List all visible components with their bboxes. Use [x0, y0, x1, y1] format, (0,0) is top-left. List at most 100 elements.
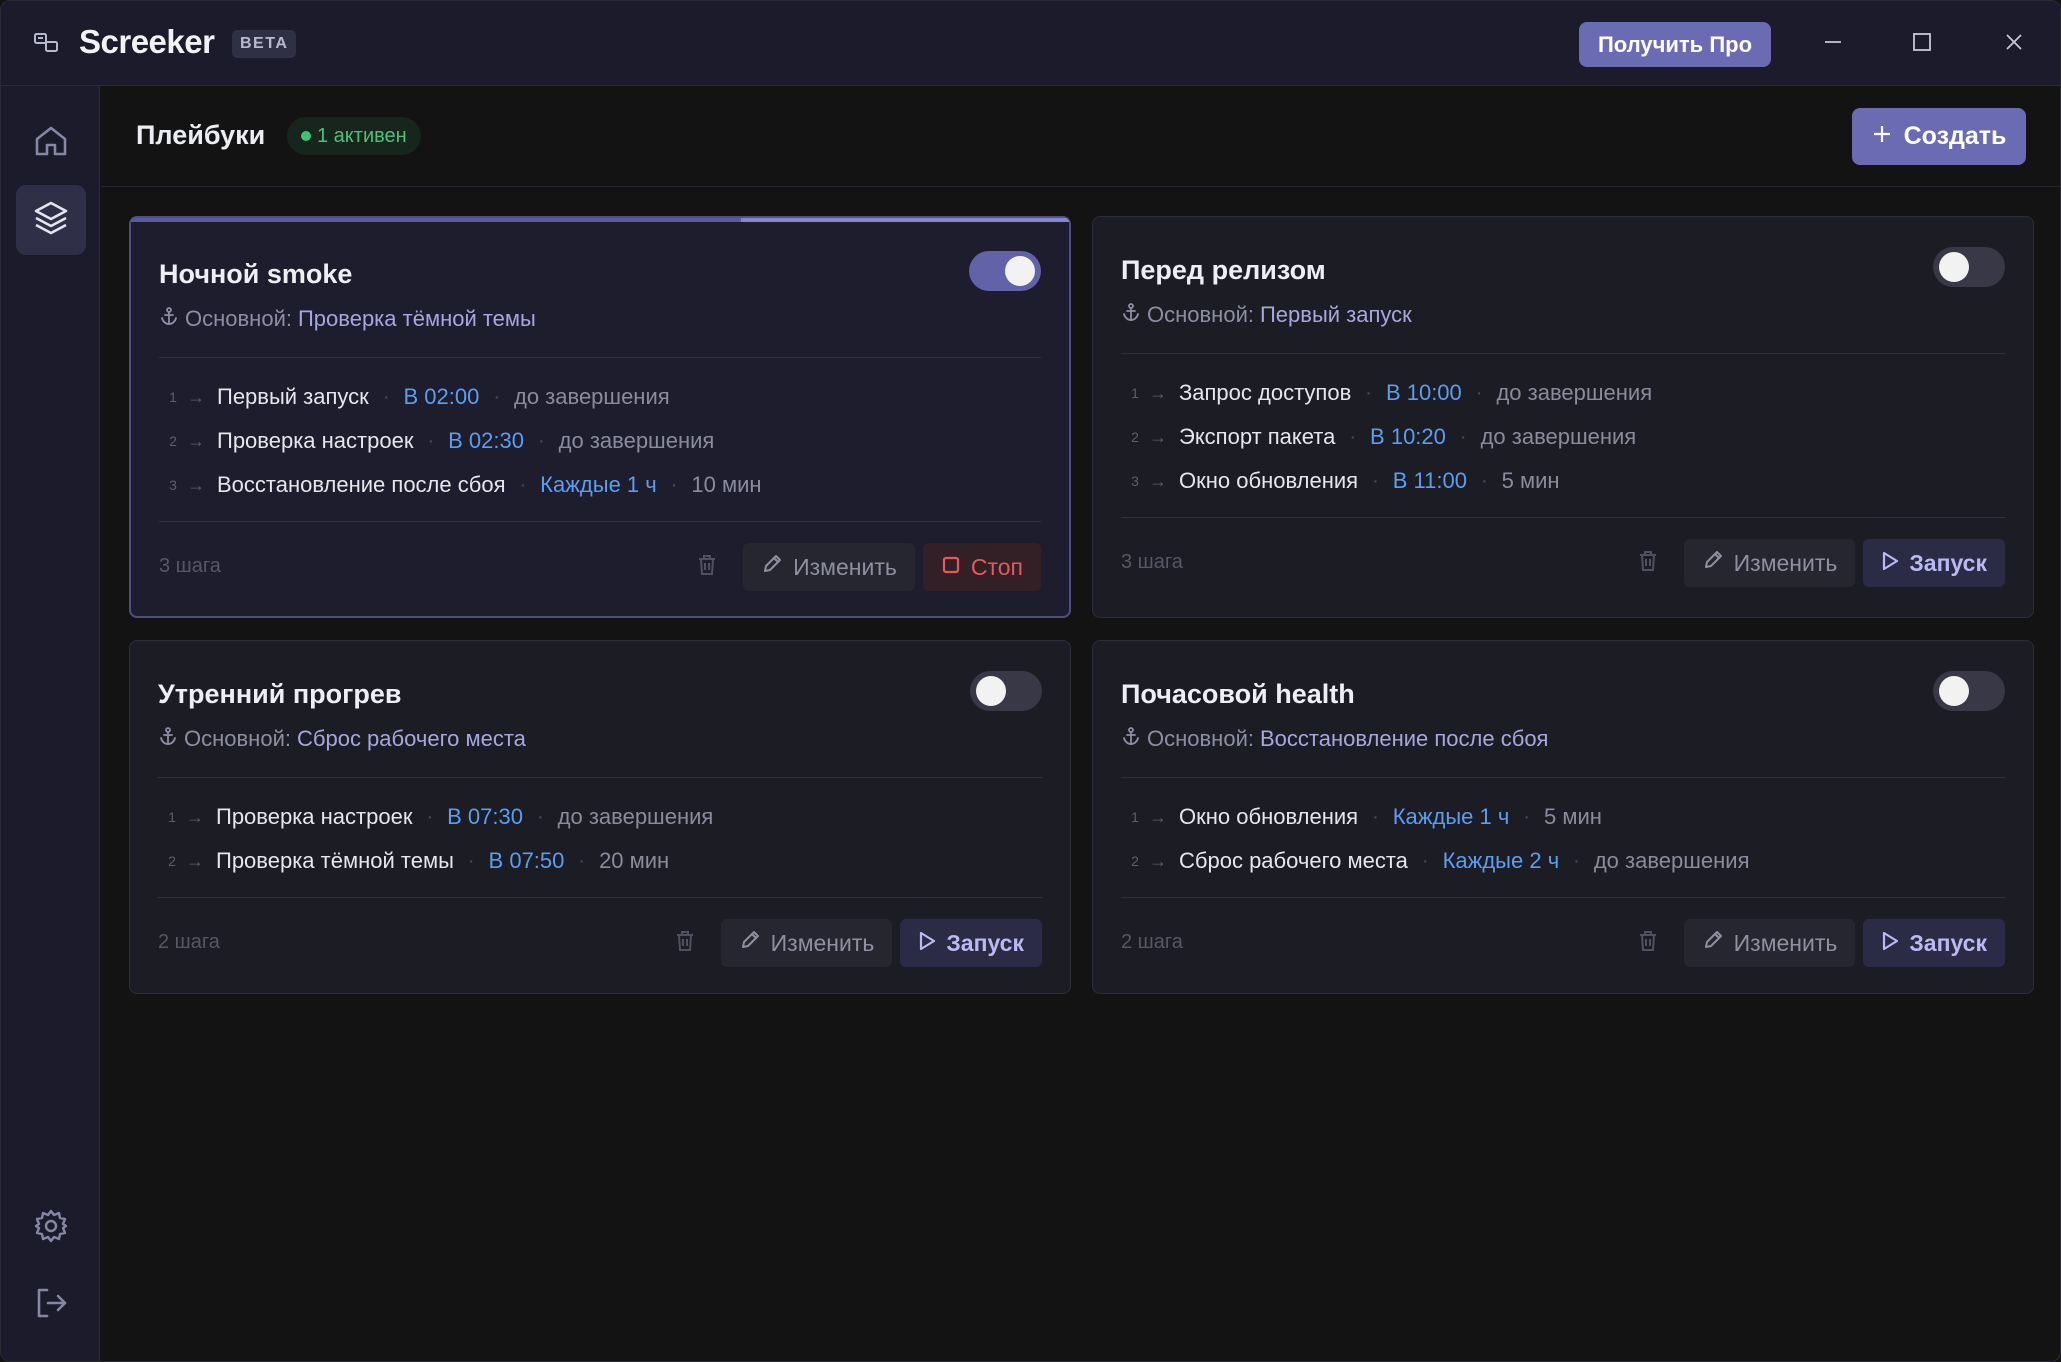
playbook-card[interactable]: Перед релизом Основной: Первый запуск 1 → Зап… [1092, 216, 2034, 618]
divider [1121, 897, 2005, 898]
maximize-button[interactable] [1894, 19, 1950, 69]
stop-button[interactable]: Стоп [922, 543, 1041, 591]
step-schedule: Каждые 2 ч [1442, 848, 1560, 873]
main-step-prefix: Основной: [1147, 302, 1254, 327]
stop-label: Стоп [970, 553, 1023, 580]
step-number: 3 [1131, 473, 1139, 489]
pencil-icon [761, 553, 783, 581]
card-actions: Изменить Стоп [679, 543, 1041, 591]
edit-button[interactable]: Изменить [1683, 919, 1856, 967]
divider [158, 897, 1042, 898]
step-row: 2 → Проверка тёмной темы · В 07:50 · 20 мин [158, 839, 1042, 883]
run-button[interactable]: Запуск [1863, 539, 2005, 587]
step-schedule: Каждые 1 ч [1392, 804, 1510, 829]
card-title: Ночной smoke [159, 259, 353, 289]
page-title: Плейбуки [136, 120, 266, 150]
title-bar[interactable]: Screeker BETA Получить Про [1, 1, 2060, 86]
get-pro-button[interactable]: Получить Про [1579, 22, 1771, 67]
steps-count: 3 шага [1121, 551, 1183, 573]
maximize-icon [1912, 32, 1932, 57]
step-name: Первый запуск [217, 384, 369, 409]
anchor-icon [158, 726, 178, 752]
main-step-prefix: Основной: [184, 726, 291, 751]
step-schedule: В 10:20 [1370, 424, 1446, 449]
playbook-card[interactable]: Утренний прогрев Основной: Сброс рабочего … [129, 640, 1071, 994]
card-title: Перед релизом [1121, 255, 1326, 285]
playbook-card[interactable]: Почасовой health Основной: Восстановление … [1092, 640, 2034, 994]
delete-button[interactable] [657, 919, 713, 967]
step-duration: до завершения [1496, 380, 1653, 405]
arrow-right-icon: → [187, 386, 205, 407]
home-icon [33, 123, 69, 164]
playbook-enabled-toggle[interactable] [970, 671, 1042, 711]
card-footer: 3 шага Изменить Стоп [159, 543, 1041, 591]
run-progress-bar [131, 218, 1069, 222]
arrow-right-icon: → [187, 474, 205, 495]
step-schedule: В 11:00 [1392, 468, 1467, 493]
run-button[interactable]: Запуск [900, 919, 1042, 967]
minimize-icon [1823, 32, 1843, 57]
sidebar-item-logout[interactable] [16, 1270, 86, 1340]
sidebar [1, 86, 100, 1361]
separator-dot: · [1480, 469, 1488, 492]
card-actions: Изменить Запуск [1620, 919, 2005, 967]
minimize-button[interactable] [1805, 19, 1861, 69]
step-number: 2 [1131, 853, 1139, 869]
sidebar-item-home[interactable] [16, 108, 86, 178]
run-progress-fill [131, 218, 741, 222]
play-icon [918, 930, 936, 957]
edit-button[interactable]: Изменить [743, 543, 915, 591]
logout-icon [33, 1285, 69, 1326]
main-step-name: Восстановление после сбоя [1259, 726, 1549, 751]
main-step-line: Основной: Проверка тёмной темы [159, 306, 536, 332]
main-step-name: Сброс рабочего места [296, 726, 526, 751]
separator-dot: · [382, 385, 390, 408]
separator-dot: · [1475, 381, 1483, 404]
card-footer: 2 шага Изменить Запуск [158, 919, 1042, 967]
playbook-enabled-toggle[interactable] [969, 251, 1041, 291]
close-icon [2004, 32, 2024, 57]
trash-icon [674, 929, 696, 958]
run-label: Запуск [946, 929, 1024, 956]
delete-button[interactable] [679, 543, 735, 591]
create-playbook-button[interactable]: Создать [1852, 108, 2026, 165]
playbook-card[interactable]: Ночной smoke Основной: Проверка тёмной тем… [129, 216, 1071, 618]
card-actions: Изменить Запуск [1620, 539, 2005, 587]
run-button[interactable]: Запуск [1863, 919, 2005, 967]
pencil-icon [1702, 929, 1724, 957]
step-schedule: В 02:00 [403, 384, 480, 409]
step-number: 1 [1131, 809, 1139, 825]
separator-dot: · [578, 849, 586, 872]
pencil-icon [1702, 549, 1724, 577]
arrow-right-icon: → [1149, 806, 1167, 827]
edit-button[interactable]: Изменить [1683, 539, 1856, 587]
card-footer: 2 шага Изменить Запуск [1121, 919, 2005, 967]
step-duration: до завершения [558, 428, 715, 453]
sidebar-item-settings[interactable] [16, 1193, 86, 1263]
toggle-knob [1939, 252, 1969, 282]
main-step-line: Основной: Восстановление после сбоя [1121, 726, 1548, 752]
edit-button[interactable]: Изменить [720, 919, 893, 967]
edit-label: Изменить [1733, 549, 1838, 576]
step-number: 2 [169, 433, 177, 449]
step-schedule: В 10:00 [1385, 380, 1462, 405]
arrow-right-icon: → [1149, 382, 1167, 403]
delete-button[interactable] [1620, 539, 1676, 587]
stop-icon [941, 554, 961, 581]
edit-label: Изменить [1733, 929, 1838, 956]
step-number: 1 [169, 389, 177, 405]
active-count-badge: 1 активен [287, 117, 421, 155]
app-name: Screeker [79, 23, 215, 60]
delete-button[interactable] [1620, 919, 1676, 967]
step-number: 1 [168, 809, 176, 825]
step-name: Сброс рабочего места [1179, 848, 1408, 873]
playbook-enabled-toggle[interactable] [1933, 247, 2005, 287]
toggle-knob [976, 676, 1006, 706]
sidebar-item-playbooks[interactable] [16, 185, 86, 255]
separator-dot: · [536, 805, 544, 828]
separator-dot: · [537, 429, 545, 452]
step-row: 1 → Проверка настроек · В 07:30 · до завершени… [158, 795, 1042, 839]
close-button[interactable] [1986, 19, 2042, 69]
separator-dot: · [1459, 425, 1467, 448]
playbook-enabled-toggle[interactable] [1933, 671, 2005, 711]
